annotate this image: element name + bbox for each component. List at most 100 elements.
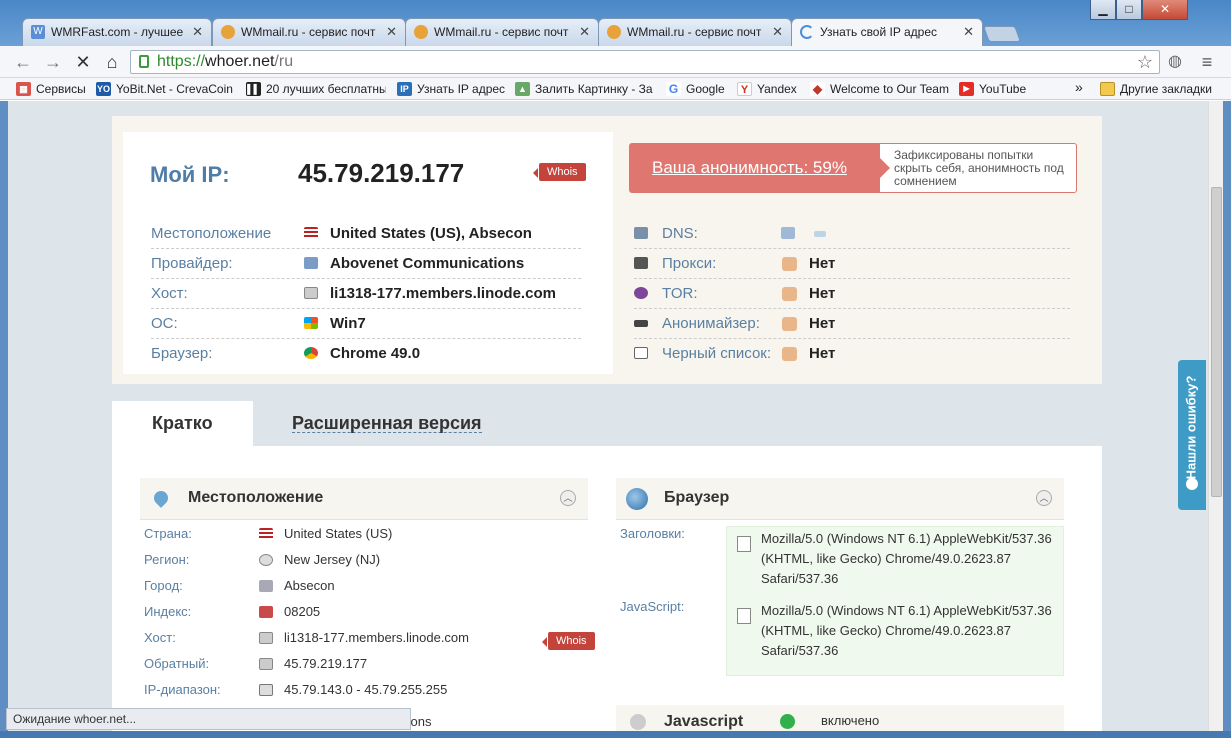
bookmark-services[interactable]: ▦ Сервисы <box>16 81 90 97</box>
row-key: Обратный: <box>144 656 210 671</box>
bookmark-ip[interactable]: IP Узнать IP адрес <box>397 81 507 97</box>
headers-user-agent: Mozilla/5.0 (Windows NT 6.1) AppleWebKit… <box>761 531 1052 586</box>
bookmark-yandex[interactable]: Y Yandex <box>737 81 799 97</box>
forward-button[interactable]: → <box>42 51 64 73</box>
my-ip-value: 45.79.219.177 <box>298 158 465 188</box>
check-row-dns: DNS: <box>634 219 1070 249</box>
collapse-icon[interactable]: ︿ <box>1036 490 1052 506</box>
power-on-icon <box>780 714 795 729</box>
feedback-tab[interactable]: Нашли ошибку? <box>1178 360 1206 510</box>
info-row-location: Местоположение United States (US), Absec… <box>151 219 581 249</box>
anonymity-box: Ваша анонимность: 59% Зафиксированы попы… <box>629 143 1077 193</box>
panel-title: Браузер <box>664 489 730 506</box>
ip-icon: IP <box>397 82 412 96</box>
bookmark-label: Сервисы <box>36 82 86 96</box>
tab-short[interactable]: Кратко <box>112 401 253 447</box>
row-value: li1318-177.members.linode.com <box>284 630 469 645</box>
bookmark-image-upload[interactable]: ▲ Залить Картинку - За <box>515 81 655 97</box>
row-key: Регион: <box>144 552 190 567</box>
location-row-reverse: Обратный: 45.79.219.177 <box>144 653 588 677</box>
bookmarks-overflow-button[interactable]: » <box>1075 79 1083 95</box>
tab-extended[interactable]: Расширенная версия <box>292 401 482 433</box>
info-value: Chrome 49.0 <box>330 345 421 362</box>
maximize-button[interactable]: □ <box>1116 0 1142 20</box>
browser-tab-active[interactable]: Узнать свой IP адрес ✕ <box>791 18 983 46</box>
back-button[interactable]: ← <box>12 51 34 73</box>
address-bar[interactable]: https://whoer.net/ru ☆ <box>130 50 1160 74</box>
bookmark-google[interactable]: G Google <box>666 81 730 97</box>
info-key: Провайдер: <box>151 255 233 272</box>
row-value: Absecon <box>284 578 335 593</box>
browser-tab[interactable]: W WMRFast.com - лучшее ✕ <box>22 18 212 46</box>
globe-icon[interactable]: ◍ <box>1164 51 1186 73</box>
location-panel-header: Местоположение ︿ <box>140 478 588 520</box>
yandex-icon: Y <box>737 82 752 96</box>
check-key: Черный список: <box>662 345 772 362</box>
other-bookmarks[interactable]: Другие закладки <box>1100 81 1222 97</box>
tor-icon <box>634 287 648 299</box>
check-value: Нет <box>809 345 836 362</box>
vertical-scrollbar[interactable] <box>1208 101 1223 731</box>
close-window-button[interactable]: ✕ <box>1142 0 1188 20</box>
browser-tab[interactable]: WMmail.ru - сервис почт ✕ <box>212 18 406 46</box>
thumbs-up-icon <box>782 287 797 301</box>
close-tab-icon[interactable]: ✕ <box>192 19 203 45</box>
row-value: United States (US) <box>284 526 393 541</box>
info-row-host: Хост: li1318-177.members.linode.com <box>151 279 581 309</box>
bookmark-yobit[interactable]: YO YoBit.Net - CrevaCoin <box>96 81 236 97</box>
bookmark-youtube[interactable]: ▶ YouTube <box>959 81 1039 97</box>
home-button[interactable]: ⌂ <box>101 51 123 73</box>
new-tab-button[interactable] <box>983 26 1021 42</box>
row-value: 45.79.219.177 <box>284 656 368 671</box>
close-tab-icon[interactable]: ✕ <box>963 19 974 45</box>
info-key: Браузер: <box>151 345 213 362</box>
close-tab-icon[interactable]: ✕ <box>772 19 783 45</box>
row-key: Страна: <box>144 526 192 541</box>
thumbs-up-icon <box>782 317 797 331</box>
collapse-icon[interactable]: ︿ <box>560 490 576 506</box>
minimize-button[interactable]: ▁ <box>1090 0 1116 20</box>
whois-button[interactable]: Whois <box>542 632 595 650</box>
info-value: li1318-177.members.linode.com <box>330 285 556 302</box>
browser-tab[interactable]: WMmail.ru - сервис почт ✕ <box>405 18 599 46</box>
anonymity-link[interactable]: Ваша анонимность: 59% <box>630 144 890 192</box>
bookmark-label: Другие закладки <box>1120 82 1212 96</box>
location-row-city: Город: Absecon <box>144 575 588 599</box>
scrollbar-thumb[interactable] <box>1211 187 1222 497</box>
folder-icon <box>1100 82 1115 96</box>
row-key: Хост: <box>144 630 176 645</box>
network-icon <box>781 227 795 239</box>
apps-icon: ▦ <box>16 82 31 96</box>
tab-label: WMmail.ru - сервис почт <box>627 25 762 39</box>
check-key: Анонимайзер: <box>662 315 760 332</box>
user-agent-box: Mozilla/5.0 (Windows NT 6.1) AppleWebKit… <box>726 526 1064 676</box>
check-value: Нет <box>809 255 836 272</box>
glasses-icon <box>634 320 648 327</box>
browser-tab[interactable]: WMmail.ru - сервис почт ✕ <box>598 18 792 46</box>
info-row-provider: Провайдер: Abovenet Communications <box>151 249 581 279</box>
bookmark-welcome[interactable]: ◆ Welcome to Our Team <box>810 81 950 97</box>
bookmark-star-icon[interactable]: ☆ <box>1137 51 1153 73</box>
bookmark-label: YoBit.Net - CrevaCoin <box>116 82 233 96</box>
close-tab-icon[interactable]: ✕ <box>579 19 590 45</box>
stop-button[interactable]: ✕ <box>72 51 94 73</box>
location-row-host: Хост: li1318-177.members.linode.com <box>144 627 588 651</box>
headers-label-row: Заголовки: <box>620 523 720 547</box>
bookmark-label: Google <box>686 82 725 96</box>
url-host: whoer.net <box>205 53 275 70</box>
whois-button[interactable]: Whois <box>533 163 586 181</box>
info-value: Win7 <box>330 315 366 332</box>
close-tab-icon[interactable]: ✕ <box>386 19 397 45</box>
dns-status-icon <box>814 231 826 237</box>
panel-title: Местоположение <box>188 489 324 506</box>
window-left-border <box>0 101 8 738</box>
thumbs-up-icon <box>782 257 797 271</box>
document-icon <box>737 536 751 552</box>
server-icon <box>259 658 273 670</box>
bookmark-top20[interactable]: ▌▌ 20 лучших бесплатны <box>246 81 386 97</box>
wmmail-favicon-icon <box>607 25 621 39</box>
page-viewport: Мой IP: 45.79.219.177 Whois Местоположен… <box>8 101 1208 731</box>
menu-icon[interactable]: ≡ <box>1196 51 1218 73</box>
map-pin-icon <box>151 488 171 508</box>
panel-title: Javascript <box>664 713 744 730</box>
